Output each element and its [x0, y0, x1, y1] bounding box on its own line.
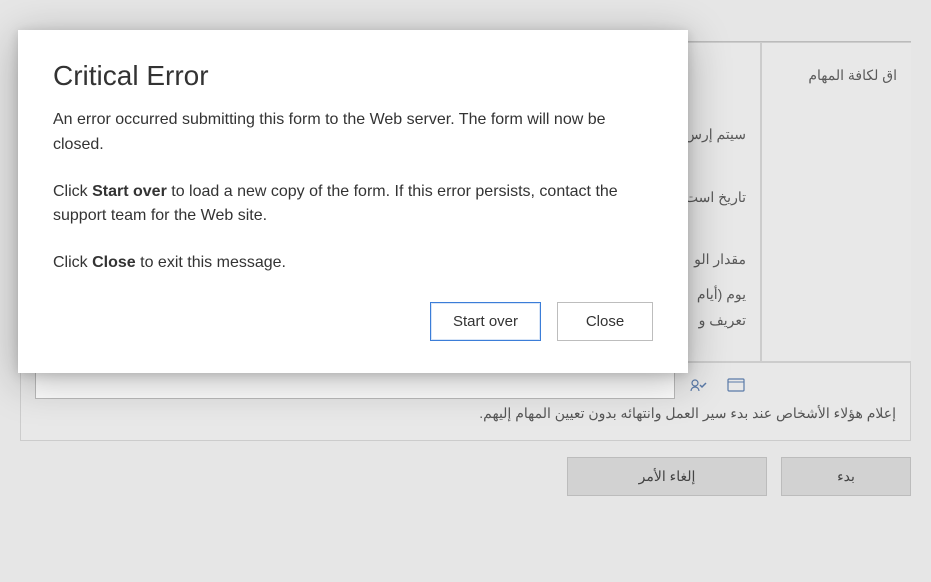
dialog-body: An error occurred submitting this form t… — [53, 108, 653, 276]
bg-people-caption: إعلام هؤلاء الأشخاص عند بدء سير العمل وا… — [35, 405, 896, 422]
addressbook-icon[interactable] — [721, 374, 751, 396]
dialog-title: Critical Error — [53, 60, 653, 92]
bg-people-row — [35, 371, 896, 399]
error-dialog: Critical Error An error occurred submitt… — [18, 30, 688, 373]
dialog-para-3: Click Close to exit this message. — [53, 251, 653, 276]
people-picker-input[interactable] — [35, 371, 675, 399]
bg-right-col-label: اق لكافة المهام — [776, 67, 897, 84]
bg-right-col: اق لكافة المهام — [761, 42, 911, 362]
dialog-actions: Start over Close — [53, 302, 653, 341]
start-button[interactable]: بدء — [781, 457, 911, 496]
start-over-button[interactable]: Start over — [430, 302, 541, 341]
cancel-button[interactable]: إلغاء الأمر — [567, 457, 767, 496]
dialog-para-1: An error occurred submitting this form t… — [53, 108, 653, 158]
close-button[interactable]: Close — [557, 302, 653, 341]
bg-people-section: إعلام هؤلاء الأشخاص عند بدء سير العمل وا… — [20, 362, 911, 441]
check-user-icon[interactable] — [683, 374, 713, 396]
bg-button-row: بدء إلغاء الأمر — [20, 441, 911, 496]
dialog-para-2: Click Start over to load a new copy of t… — [53, 180, 653, 230]
